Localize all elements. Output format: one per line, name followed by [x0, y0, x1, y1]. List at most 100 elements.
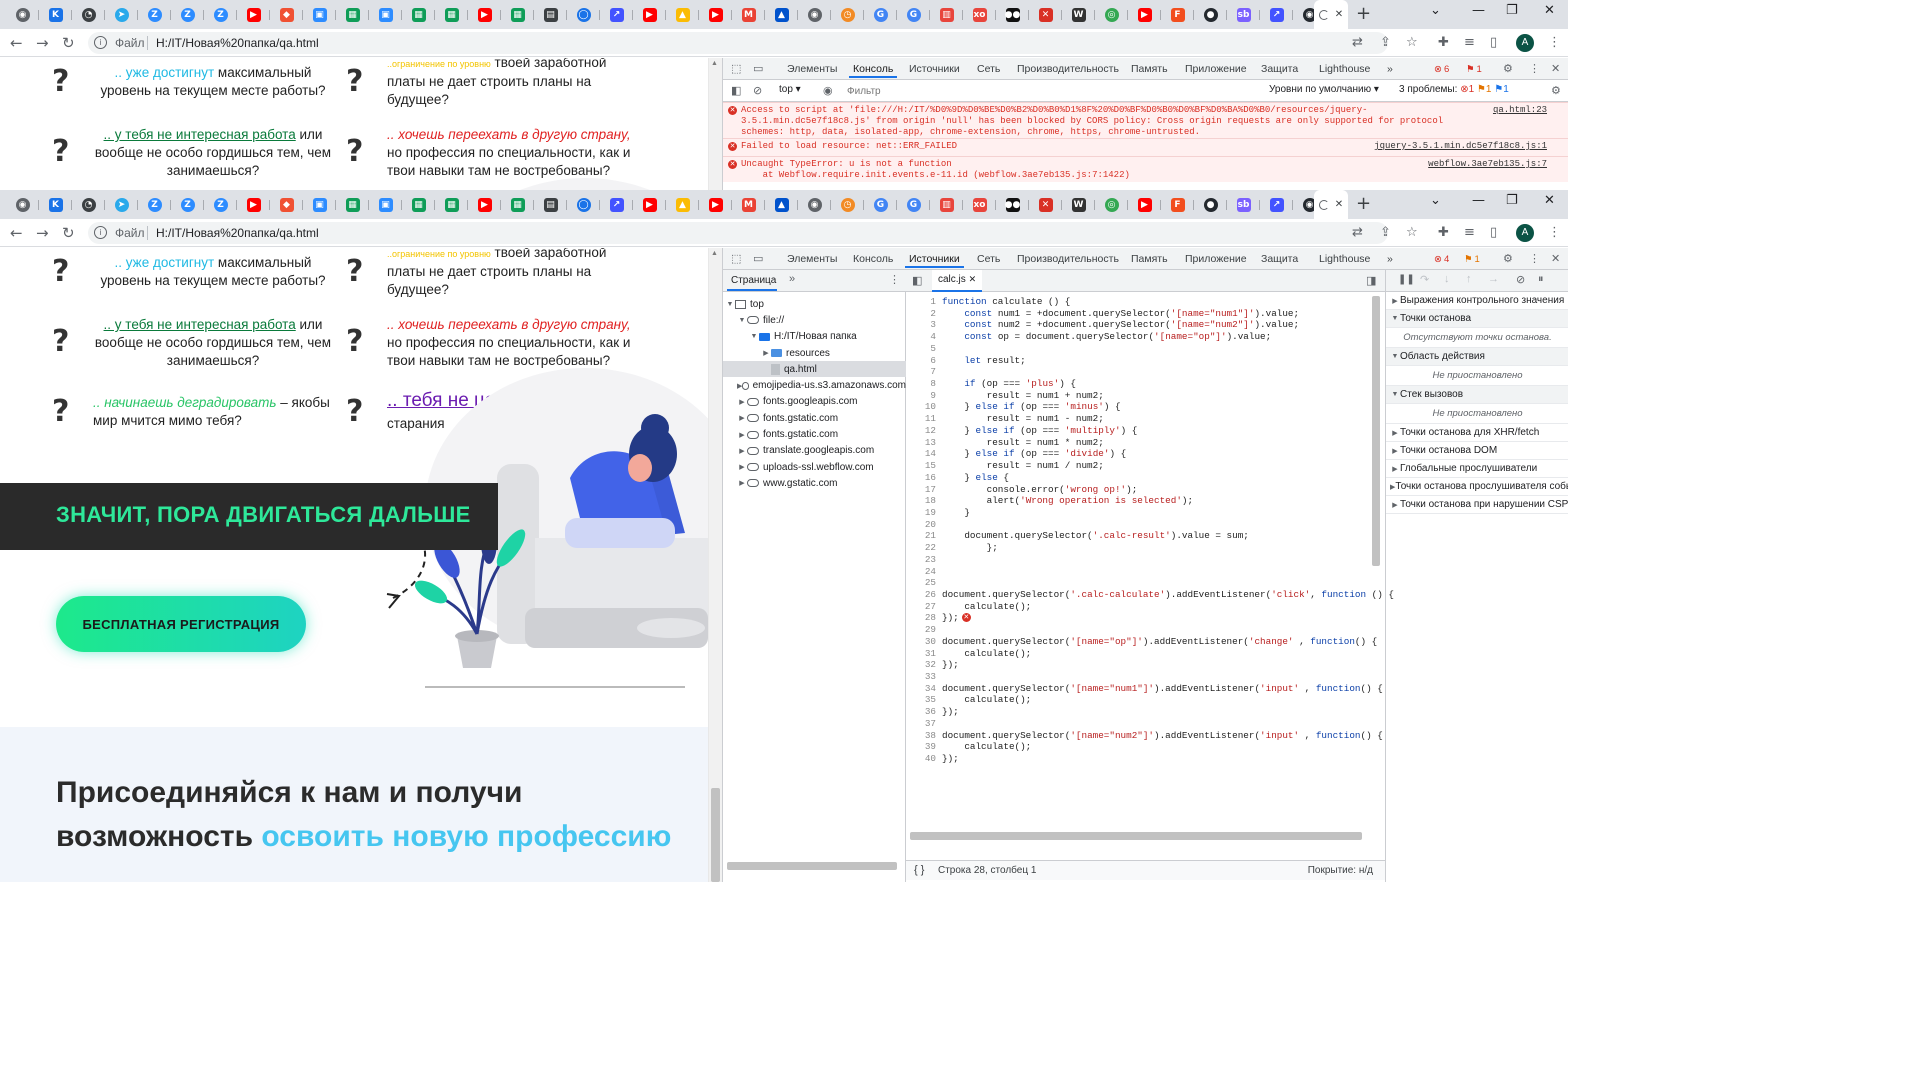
line-number[interactable]: 27: [906, 601, 936, 613]
line-number[interactable]: 14: [906, 448, 936, 460]
code-vscroll[interactable]: [1372, 296, 1380, 566]
browser-tab[interactable]: ▲: [666, 5, 699, 25]
tab-performance[interactable]: Производительность: [1017, 253, 1119, 265]
line-number[interactable]: 40: [906, 753, 936, 765]
browser-tab[interactable]: G: [864, 5, 897, 25]
browser-tab[interactable]: ◎: [1095, 5, 1128, 25]
line-number[interactable]: 9: [906, 390, 936, 402]
code-line[interactable]: 14 } else if (op === 'divide') {: [906, 448, 1384, 460]
line-number[interactable]: 1: [906, 296, 936, 308]
browser-tab[interactable]: ▤: [534, 195, 567, 215]
browser-tab[interactable]: W: [1062, 5, 1095, 25]
browser-tab[interactable]: ▦: [501, 5, 534, 25]
device-toolbar-icon[interactable]: ▭: [753, 252, 763, 265]
reading-list-icon[interactable]: ≡: [1464, 35, 1475, 50]
browser-tab[interactable]: ▲: [666, 195, 699, 215]
code-line[interactable]: 23: [906, 554, 1384, 566]
devtools-close-icon[interactable]: ✕: [1551, 252, 1560, 265]
code-line[interactable]: 35 calculate();: [906, 694, 1384, 706]
code-line[interactable]: 22 };: [906, 542, 1384, 554]
code-line[interactable]: 8 if (op === 'plus') {: [906, 378, 1384, 390]
browser-tab[interactable]: xo: [963, 5, 996, 25]
line-number[interactable]: 21: [906, 530, 936, 542]
expanded-arrow-icon[interactable]: ▼: [737, 317, 747, 324]
browser-tab[interactable]: ●●: [996, 195, 1029, 215]
browser-tab[interactable]: ▦: [435, 5, 468, 25]
warning-count-badge[interactable]: ⚑ 1: [1461, 252, 1483, 266]
browser-tab[interactable]: K: [39, 5, 72, 25]
browser-tab[interactable]: ◉: [798, 195, 831, 215]
browser-tab[interactable]: ▥: [930, 5, 963, 25]
line-number[interactable]: 10: [906, 401, 936, 413]
close-window-button[interactable]: ✕: [1544, 193, 1555, 208]
tab-elements[interactable]: Элементы: [787, 63, 837, 75]
pause-on-exceptions-icon[interactable]: ⏸: [1538, 273, 1544, 286]
code-line[interactable]: 19 }: [906, 507, 1384, 519]
line-number[interactable]: 36: [906, 706, 936, 718]
line-number[interactable]: 33: [906, 671, 936, 683]
browser-tab[interactable]: F: [1161, 195, 1194, 215]
code-line[interactable]: 30 document.querySelector('[name="op"]').…: [906, 636, 1384, 648]
browser-tab[interactable]: ↗: [1260, 195, 1293, 215]
profile-avatar[interactable]: A: [1516, 34, 1534, 52]
console-filter-input[interactable]: [847, 83, 1257, 99]
warning-count-badge[interactable]: ⚑ 1: [1463, 62, 1485, 76]
tab-console[interactable]: Консоль: [853, 253, 893, 265]
more-tabs-button[interactable]: »: [1387, 253, 1393, 265]
back-button[interactable]: ←: [10, 224, 23, 242]
pause-icon[interactable]: ❚❚: [1398, 274, 1415, 285]
console-message-source[interactable]: jquery-3.5.1.min.dc5e7f18c8.js:1: [1374, 141, 1547, 152]
debugger-section-header[interactable]: ▶Точки останова прослушивателя событий: [1386, 478, 1568, 496]
debugger-section-header[interactable]: ▼ Область действия: [1386, 348, 1568, 366]
url-text[interactable]: H:/IT/Новая%20папка/qa.html: [156, 36, 319, 50]
browser-tab[interactable]: ▶: [633, 195, 666, 215]
tab-performance[interactable]: Производительность: [1017, 63, 1119, 75]
scroll-up-icon[interactable]: ▲: [711, 60, 718, 67]
browser-tab[interactable]: Z: [138, 195, 171, 215]
browser-tab[interactable]: ◯: [567, 5, 600, 25]
browser-tab[interactable]: ▶: [699, 195, 732, 215]
tab-sources[interactable]: Источники: [909, 63, 960, 75]
collapsed-arrow-icon[interactable]: ▶: [737, 479, 747, 487]
step-into-icon[interactable]: ↓: [1444, 273, 1450, 285]
code-line[interactable]: 7: [906, 366, 1384, 378]
tab-network[interactable]: Сеть: [977, 253, 1000, 265]
step-out-icon[interactable]: ↑: [1466, 273, 1472, 285]
line-number[interactable]: 3: [906, 319, 936, 331]
line-number[interactable]: 28: [906, 612, 936, 624]
collapsed-arrow-icon[interactable]: ▶: [737, 414, 747, 422]
code-line[interactable]: 28}); ✕: [906, 612, 1384, 624]
page-scrollbar[interactable]: ▲: [708, 58, 722, 190]
collapsed-arrow-icon[interactable]: ▶: [737, 447, 747, 455]
line-number[interactable]: 31: [906, 648, 936, 660]
code-line[interactable]: 10 } else if (op === 'minus') {: [906, 401, 1384, 413]
tree-item[interactable]: ▶ translate.googleapis.com: [723, 443, 906, 459]
browser-tab[interactable]: Z: [204, 5, 237, 25]
devtools-menu-icon[interactable]: ⋮: [1529, 62, 1540, 75]
code-line[interactable]: 29: [906, 624, 1384, 636]
menu-icon[interactable]: ⋮: [1548, 35, 1561, 50]
code-line[interactable]: 13 result = num1 * num2;: [906, 437, 1384, 449]
browser-tab[interactable]: ◉: [6, 5, 39, 25]
code-line[interactable]: 5: [906, 343, 1384, 355]
browser-tab[interactable]: Z: [171, 195, 204, 215]
restore-button[interactable]: ❐: [1506, 193, 1518, 208]
browser-tab[interactable]: W: [1062, 195, 1095, 215]
browser-tab[interactable]: sb: [1227, 195, 1260, 215]
tab-elements[interactable]: Элементы: [787, 253, 837, 265]
code-line[interactable]: 20: [906, 519, 1384, 531]
code-editor[interactable]: 1 function calculate () {2 const num1 = +…: [906, 296, 1394, 765]
forward-button[interactable]: →: [36, 34, 49, 52]
toggle-navigator-icon[interactable]: ◧: [912, 274, 922, 287]
tree-item[interactable]: ▶ fonts.googleapis.com: [723, 394, 906, 410]
browser-tab[interactable]: ▲: [765, 195, 798, 215]
browser-tab[interactable]: ▶: [1128, 5, 1161, 25]
tab-console[interactable]: Консоль: [848, 63, 898, 78]
code-line[interactable]: 39 calculate();: [906, 741, 1384, 753]
profile-avatar[interactable]: A: [1516, 224, 1534, 242]
eye-icon[interactable]: ◉: [823, 84, 833, 97]
code-hscroll[interactable]: [910, 832, 1362, 840]
code-line[interactable]: 24: [906, 566, 1384, 578]
debugger-section-header[interactable]: ▶ Глобальные прослушиватели: [1386, 460, 1568, 478]
code-line[interactable]: 1 function calculate () {: [906, 296, 1384, 308]
